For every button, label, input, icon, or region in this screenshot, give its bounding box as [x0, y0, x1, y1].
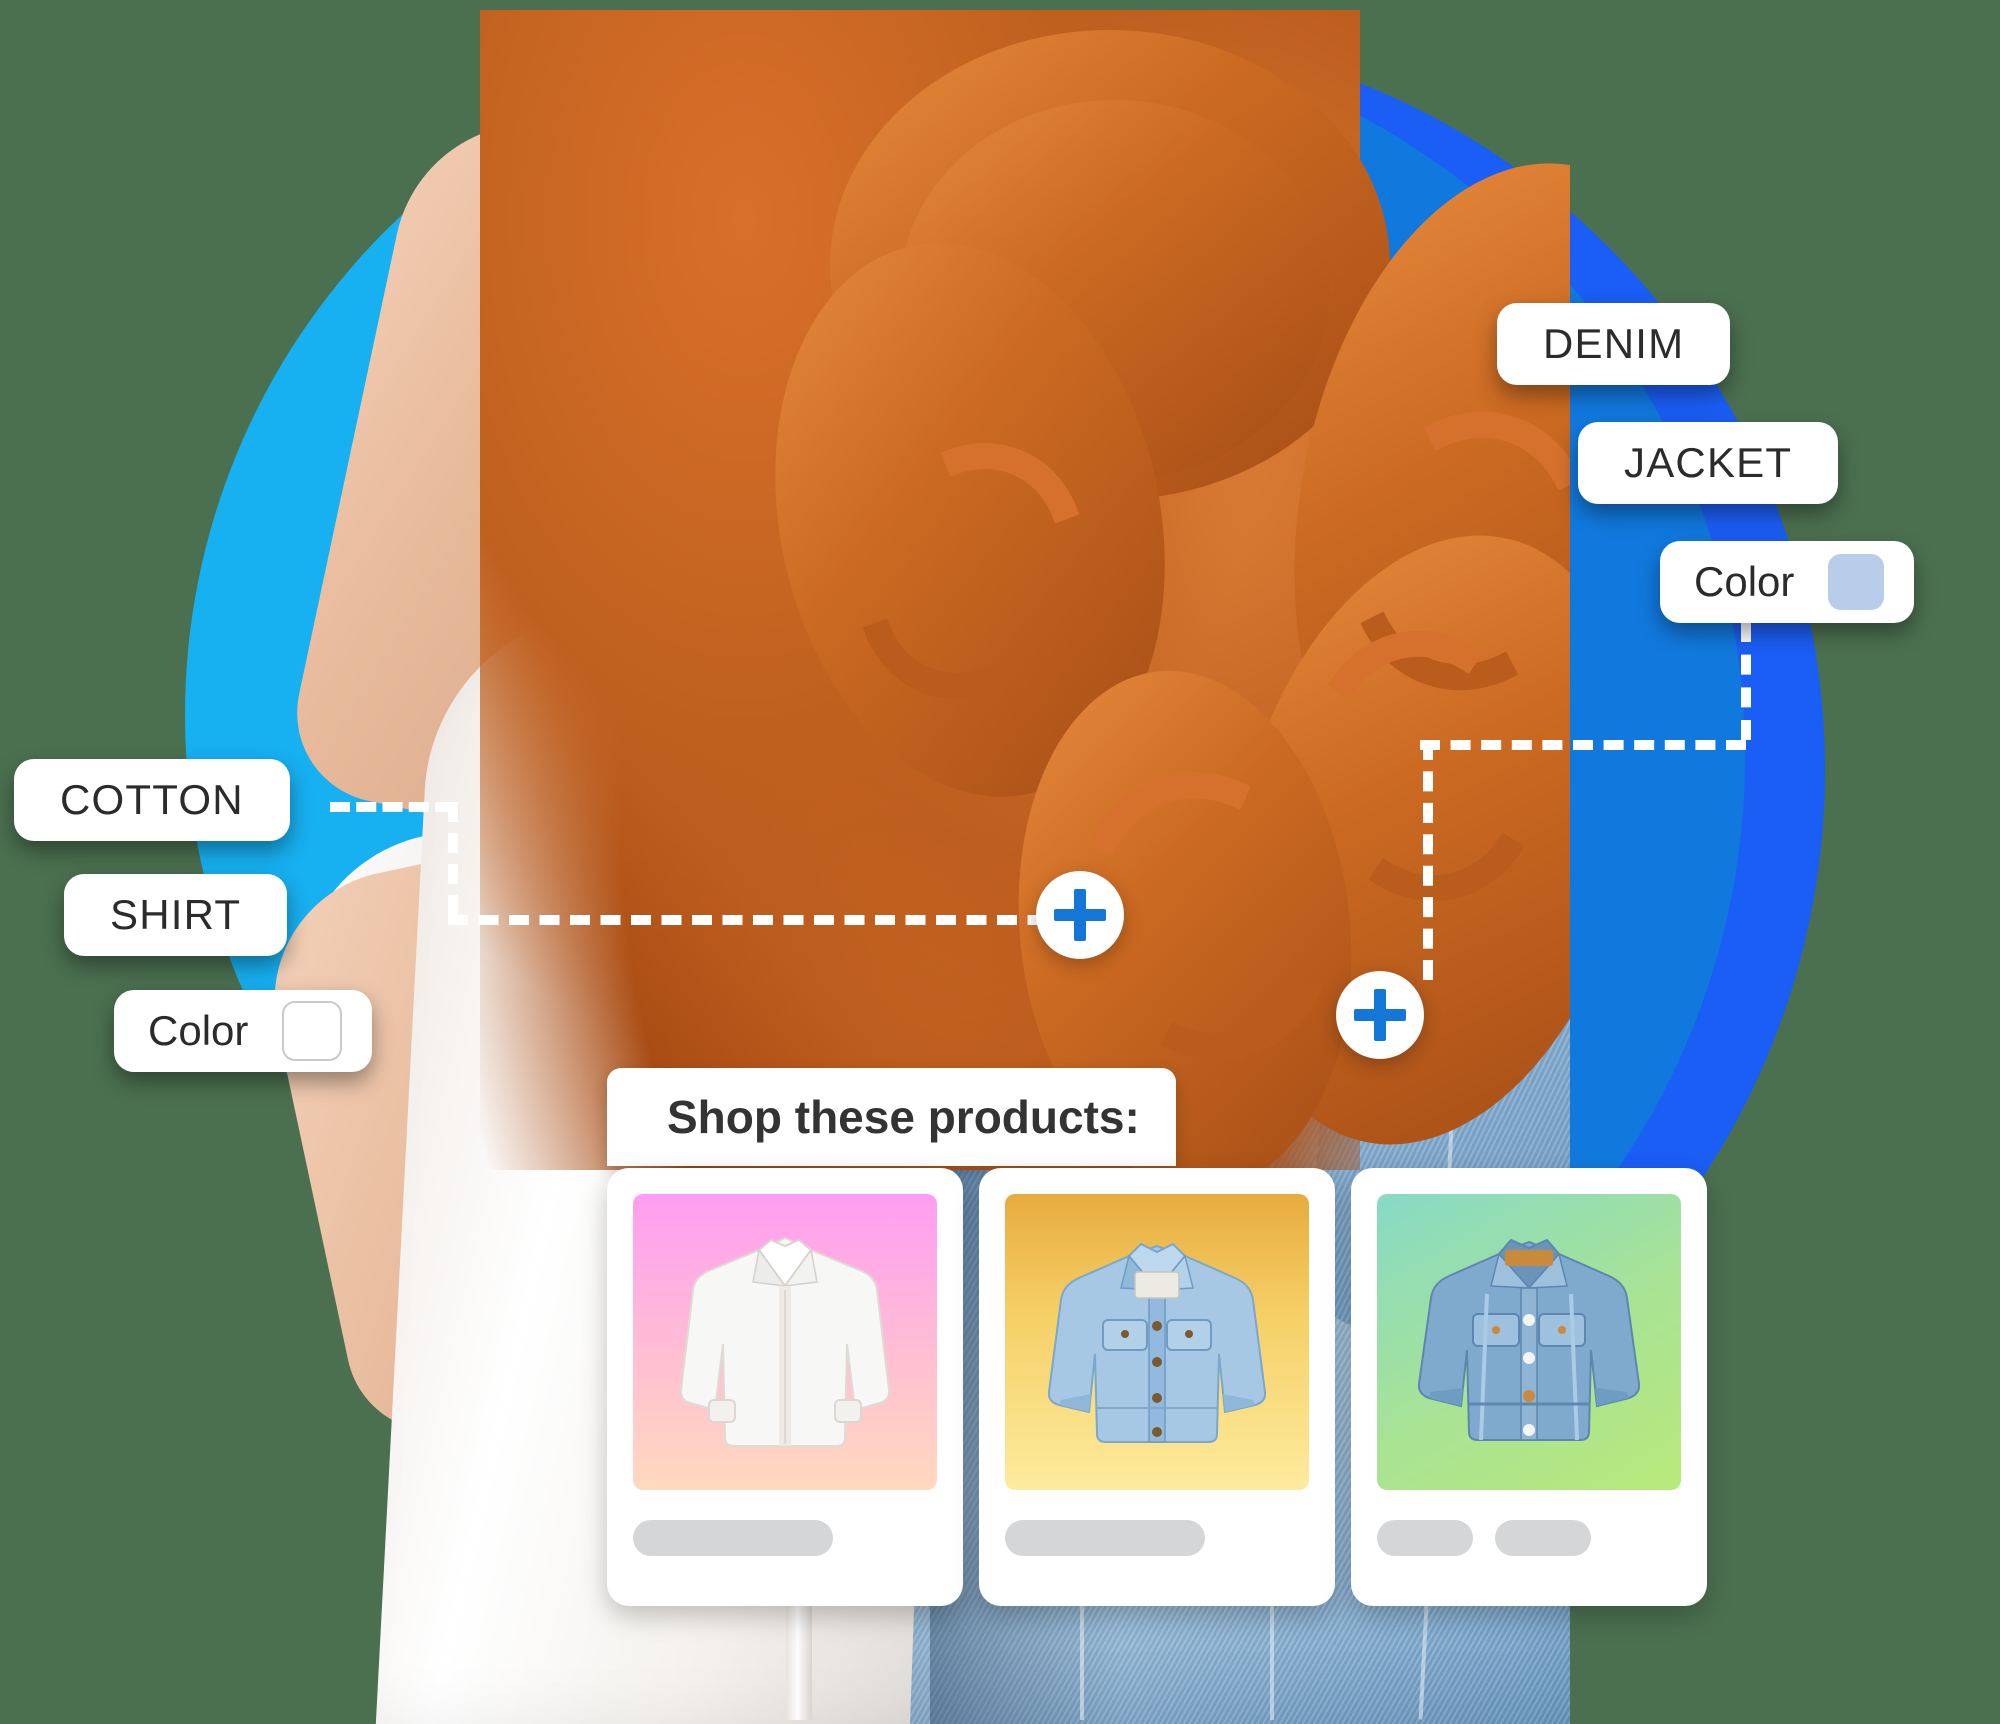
placeholder-bar [1005, 1520, 1205, 1556]
product-card-list [607, 1168, 1707, 1606]
connector-right-drop [1423, 740, 1433, 980]
label-jacket[interactable]: JACKET [1578, 422, 1839, 504]
label-color-shirt-text: Color [148, 1007, 249, 1054]
product-meta-placeholders [1005, 1520, 1309, 1556]
hair [480, 10, 1570, 1206]
label-jacket-text: JACKET [1624, 439, 1793, 486]
connector-right-vertical [1741, 622, 1751, 740]
label-color-jacket-text: Color [1694, 558, 1795, 605]
connector-left-vertical [448, 802, 458, 915]
label-shirt[interactable]: SHIRT [64, 874, 288, 956]
shop-panel-title: Shop these products: [607, 1068, 1176, 1166]
color-swatch-shirt[interactable] [282, 1001, 343, 1061]
product-image-light-denim-jacket [1005, 1194, 1309, 1490]
product-image-white-cotton-shirt [633, 1194, 937, 1490]
label-color-jacket[interactable]: Color [1660, 541, 1915, 623]
placeholder-bar [633, 1520, 833, 1556]
denim-trucker-jacket-icon [1005, 1194, 1309, 1490]
placeholder-bar [1495, 1520, 1591, 1556]
connector-left-top [330, 802, 455, 812]
placeholder-bar [1377, 1520, 1473, 1556]
color-swatch-jacket[interactable] [1828, 554, 1885, 610]
label-denim[interactable]: DENIM [1497, 303, 1731, 385]
product-image-washed-denim-jacket [1377, 1194, 1681, 1490]
white-dress-shirt-icon [633, 1194, 937, 1490]
shop-panel-title-text: Shop these products: [667, 1091, 1140, 1143]
label-color-shirt[interactable]: Color [114, 990, 373, 1072]
scene: DENIM JACKET Color COTTON SHIRT Color Sh… [0, 0, 2000, 1724]
product-meta-placeholders [1377, 1520, 1681, 1556]
connector-left-bottom [448, 915, 1078, 925]
washed-denim-jacket-icon [1377, 1194, 1681, 1490]
product-card[interactable] [1351, 1168, 1707, 1606]
label-cotton[interactable]: COTTON [14, 759, 290, 841]
label-shirt-text: SHIRT [110, 891, 242, 938]
shirt-hotspot-plus-icon[interactable] [1036, 871, 1124, 959]
connector-right-horizontal [1420, 740, 1746, 750]
label-cotton-text: COTTON [60, 776, 244, 823]
product-card[interactable] [979, 1168, 1335, 1606]
jacket-hotspot-plus-icon[interactable] [1336, 971, 1424, 1059]
label-denim-text: DENIM [1543, 320, 1685, 367]
product-card[interactable] [607, 1168, 963, 1606]
product-meta-placeholders [633, 1520, 937, 1556]
